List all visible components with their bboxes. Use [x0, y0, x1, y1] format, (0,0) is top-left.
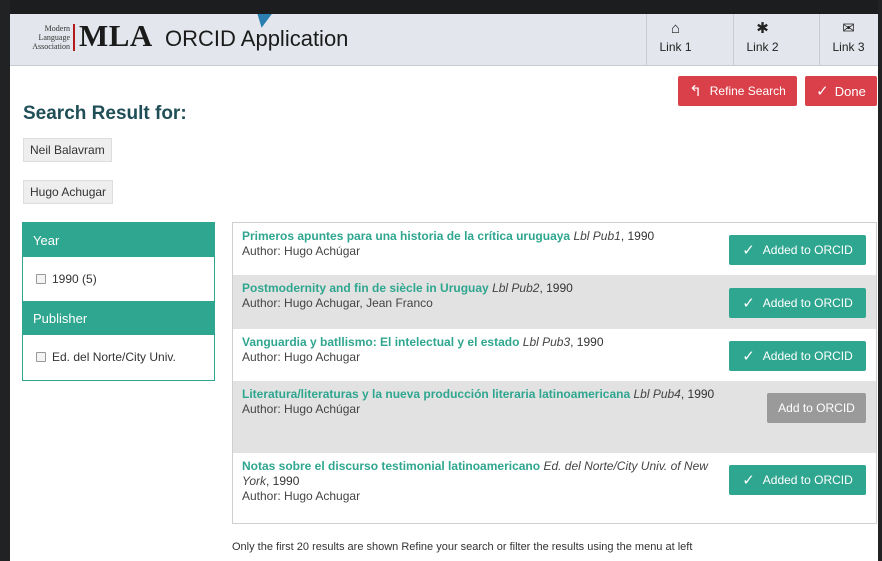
logo-line-2: Language — [38, 33, 70, 42]
window-right-frame — [878, 0, 882, 561]
logo-line-1: Modern — [44, 24, 70, 33]
result-author: Author: Hugo Achúgar — [242, 244, 361, 258]
result-author: Author: Hugo Achugar — [242, 350, 361, 364]
gear-icon: ✱ — [756, 20, 769, 37]
added-to-orcid-label: Added to ORCID — [762, 473, 853, 487]
year-option-label: 1990 (5) — [52, 272, 97, 286]
result-author: Author: Hugo Achugar — [242, 489, 361, 503]
refine-search-button[interactable]: ↰ Refine Search — [678, 76, 797, 106]
added-to-orcid-label: Added to ORCID — [762, 349, 853, 363]
results-limit-note: Only the first 20 results are shown Refi… — [232, 541, 693, 553]
mla-logo-wordmark: Modern Language Association — [20, 24, 70, 51]
mla-logo: MLA — [79, 18, 153, 53]
added-to-orcid-label: Added to ORCID — [762, 296, 853, 310]
filter-panel: Year 1990 (5) Publisher Ed. del Norte/Ci… — [22, 222, 215, 381]
checkmark-icon: ✓ — [742, 294, 755, 312]
search-term-tag: Neil Balavram — [23, 138, 112, 162]
publisher-option-label: Ed. del Norte/City Univ. — [52, 350, 176, 364]
result-title-link[interactable]: Postmodernity and fin de siècle in Urugu… — [242, 281, 489, 295]
result-row: Vanguardia y batllismo: El intelectual y… — [233, 329, 876, 381]
filter-heading-year: Year — [23, 223, 214, 257]
nav-link-3[interactable]: ✉ Link 3 — [819, 14, 877, 66]
filter-option-year[interactable]: 1990 (5) — [23, 257, 214, 301]
nav-link-1[interactable]: ⌂ Link 1 — [646, 14, 704, 66]
logo-line-3: Association — [32, 42, 70, 51]
result-title-link[interactable]: Vanguardia y batllismo: El intelectual y… — [242, 335, 519, 349]
home-icon: ⌂ — [670, 20, 681, 37]
added-to-orcid-button[interactable]: ✓ Added to ORCID — [729, 341, 866, 371]
app-window: Modern Language Association MLA ORCID Ap… — [10, 14, 878, 561]
year-checkbox[interactable] — [36, 274, 46, 284]
result-year: , 1990 — [620, 229, 655, 243]
result-author: Author: Hugo Achugar, Jean Franco — [242, 296, 433, 310]
filter-option-publisher[interactable]: Ed. del Norte/City Univ. — [23, 335, 214, 379]
checkmark-icon: ✓ — [742, 241, 755, 259]
result-row: Notas sobre el discurso testimonial lati… — [233, 453, 876, 523]
refine-search-label: Refine Search — [709, 84, 786, 98]
mail-icon: ✉ — [842, 20, 855, 37]
result-source: Lbl Pub4 — [633, 387, 681, 401]
window-left-frame — [0, 0, 10, 561]
search-result-heading: Search Result for: — [23, 103, 187, 124]
filter-heading-publisher: Publisher — [23, 301, 214, 335]
result-title-link[interactable]: Notas sobre el discurso testimonial lati… — [242, 459, 540, 473]
result-row: Postmodernity and fin de siècle in Urugu… — [233, 275, 876, 329]
publisher-checkbox[interactable] — [36, 352, 46, 362]
add-to-orcid-button[interactable]: Add to ORCID — [767, 393, 866, 423]
result-source: Lbl Pub1 — [573, 229, 621, 243]
result-source: Lbl Pub2 — [492, 281, 540, 295]
added-to-orcid-label: Added to ORCID — [762, 243, 853, 257]
done-label: Done — [834, 83, 866, 99]
result-title-link[interactable]: Literatura/literaturas y la nueva produc… — [242, 387, 630, 401]
added-to-orcid-button[interactable]: ✓ Added to ORCID — [729, 465, 866, 495]
window-top-frame — [0, 0, 882, 14]
nav-link-2-label: Link 2 — [746, 40, 779, 54]
result-row: Literatura/literaturas y la nueva produc… — [233, 381, 876, 453]
search-term-tag: Hugo Achugar — [23, 180, 114, 204]
checkmark-icon: ✓ — [742, 471, 755, 489]
result-year: , 1990 — [266, 474, 300, 488]
logo-divider — [73, 24, 75, 51]
result-year: , 1990 — [570, 335, 604, 349]
results-list: Primeros apuntes para una historia de la… — [232, 222, 877, 524]
checkmark-icon: ✓ — [742, 347, 755, 365]
added-to-orcid-button[interactable]: ✓ Added to ORCID — [729, 288, 866, 318]
result-title-link[interactable]: Primeros apuntes para una historia de la… — [242, 229, 570, 243]
undo-arrow-icon: ↰ — [689, 82, 702, 100]
nav-link-2[interactable]: ✱ Link 2 — [733, 14, 791, 66]
result-year: , 1990 — [680, 387, 715, 401]
result-author: Author: Hugo Achúgar — [242, 402, 361, 416]
done-button[interactable]: ✓ Done — [805, 76, 877, 106]
nav-link-1-label: Link 1 — [659, 40, 692, 54]
checkmark-icon: ✓ — [816, 82, 829, 100]
result-year: , 1990 — [539, 281, 573, 295]
added-to-orcid-button[interactable]: ✓ Added to ORCID — [729, 235, 866, 265]
result-source: Lbl Pub3 — [522, 335, 571, 349]
result-row: Primeros apuntes para una historia de la… — [233, 223, 876, 275]
nav-link-3-label: Link 3 — [832, 40, 865, 54]
header-bar: Modern Language Association MLA ORCID Ap… — [10, 14, 878, 66]
app-title: ORCID Application — [165, 26, 349, 51]
